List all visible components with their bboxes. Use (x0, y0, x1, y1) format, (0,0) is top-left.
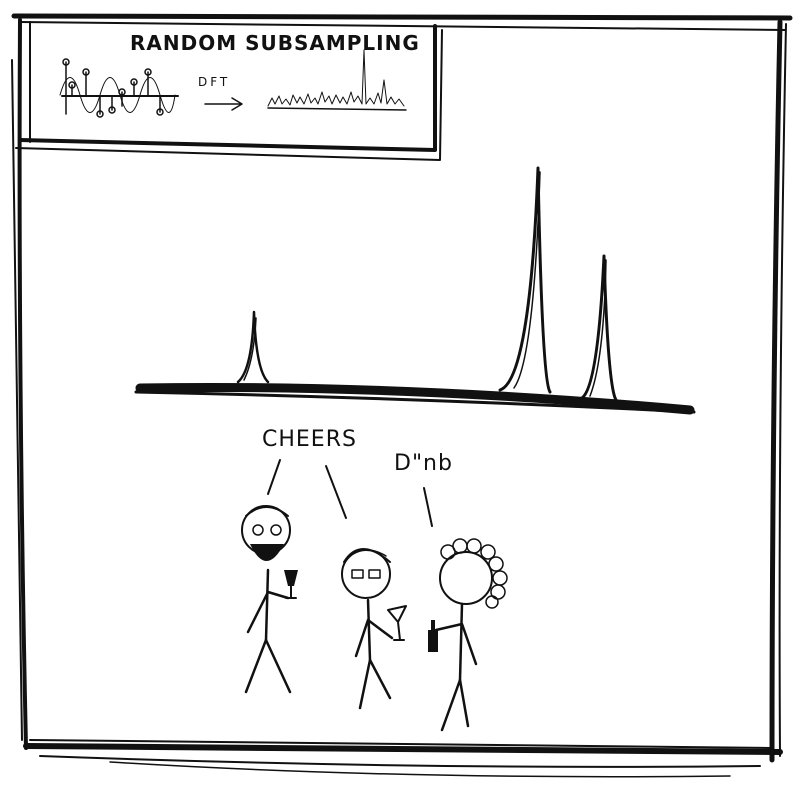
dft-label: DFT (198, 75, 230, 89)
dft-arrow-icon (204, 97, 243, 111)
wine-glass-icon (284, 570, 298, 586)
curly-hair-icon (440, 538, 508, 609)
speech-hebrew: D"nb (394, 451, 453, 476)
speech-cheers: CHEERS (262, 427, 357, 452)
inset-title: RANDOM SUBSAMPLING (130, 31, 420, 55)
beard-icon (250, 544, 284, 561)
sampled-signal-sketch (59, 58, 179, 118)
figure-right-curly (428, 538, 508, 732)
figure-middle-glasses (341, 548, 407, 710)
comic-panel: RANDOM SUBSAMPLING DFT CHEERS D"nb (11, 13, 793, 778)
panel-frame (11, 13, 793, 778)
noisy-spectrum-sketch (267, 49, 407, 111)
glasses-icon (351, 569, 364, 579)
inset-box: RANDOM SUBSAMPLING DFT (15, 21, 443, 161)
glasses-icon (252, 524, 264, 536)
spectrum-sketch (134, 166, 696, 415)
martini-glass-icon (387, 605, 407, 641)
figure-left-bearded (241, 505, 298, 694)
bottle-icon (428, 620, 438, 652)
